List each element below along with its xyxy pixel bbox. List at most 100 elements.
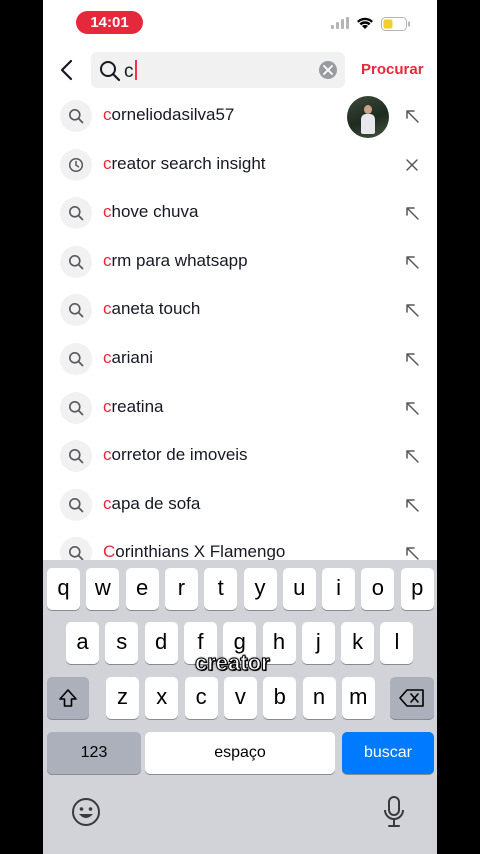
suggestion-match-highlight: c	[103, 250, 112, 270]
key-t[interactable]: t	[204, 568, 238, 610]
key-k[interactable]: k	[341, 622, 375, 664]
fill-arrow-icon	[406, 547, 419, 560]
suggestion-item[interactable]: crm para whatsapp	[43, 238, 437, 287]
back-button[interactable]	[55, 56, 79, 84]
microphone-icon[interactable]	[383, 796, 405, 828]
shift-key[interactable]	[47, 677, 89, 719]
search-icon-glyph	[69, 109, 84, 124]
fill-arrow-icon	[406, 207, 419, 220]
key-c[interactable]: c	[184, 677, 218, 719]
wifi-icon	[357, 17, 373, 29]
suggestion-item[interactable]: cariani	[43, 335, 437, 384]
suggestion-match-highlight: c	[103, 347, 112, 367]
key-r[interactable]: r	[164, 568, 198, 610]
fill-suggestion-button[interactable]	[403, 496, 421, 519]
suggestion-match-highlight: c	[103, 445, 112, 465]
key-z[interactable]: z	[106, 677, 139, 719]
search-icon	[60, 245, 92, 278]
fill-arrow-icon	[406, 499, 419, 512]
search-icon-glyph	[69, 254, 84, 270]
fill-arrow-icon	[406, 304, 419, 318]
key-j[interactable]: j	[301, 622, 335, 664]
fill-suggestion-button[interactable]	[403, 350, 421, 373]
search-icon	[60, 342, 92, 375]
suggestion-item[interactable]: corretor de imoveis	[43, 432, 437, 481]
search-icon-glyph	[69, 206, 84, 221]
close-icon	[323, 65, 333, 75]
history-clock-icon-glyph	[68, 157, 84, 172]
fill-suggestion-button[interactable]	[403, 107, 421, 130]
suggestion-rest-text: orinthians X Flamengo	[115, 542, 286, 560]
suggestion-rest-text: apa de sofa	[111, 493, 201, 513]
key-l[interactable]: l	[380, 622, 414, 664]
fill-suggestion-button[interactable]	[403, 301, 421, 324]
key-a[interactable]: a	[66, 622, 99, 664]
search-icon	[100, 61, 121, 82]
key-e[interactable]: e	[125, 568, 159, 610]
app-screen: 14:01 c Procurar corneliodasilva57 creat…	[43, 0, 437, 854]
chevron-left-icon	[60, 59, 73, 81]
numbers-key[interactable]: 123	[47, 732, 141, 774]
fill-suggestion-button[interactable]	[403, 253, 421, 276]
suggestion-label: corretor de imoveis	[103, 445, 248, 465]
suggestion-item[interactable]: caneta touch	[43, 286, 437, 335]
emoji-icon[interactable]	[71, 797, 101, 827]
suggestion-item[interactable]: creator search insight	[43, 141, 437, 190]
video-caption-overlay: creator	[195, 650, 271, 676]
suggestion-label: crm para whatsapp	[103, 251, 248, 271]
backspace-key[interactable]	[390, 677, 434, 719]
key-q[interactable]: q	[47, 568, 80, 610]
remove-suggestion-button[interactable]	[403, 156, 421, 179]
key-u[interactable]: u	[282, 568, 316, 610]
fill-suggestion-button[interactable]	[403, 204, 421, 227]
suggestion-rest-text: rm para whatsapp	[111, 250, 248, 270]
search-icon	[60, 197, 92, 230]
suggestion-rest-text: orretor de imoveis	[111, 445, 248, 465]
suggestion-item[interactable]: chove chuva	[43, 189, 437, 238]
search-icon-glyph	[69, 351, 84, 367]
search-icon-glyph	[69, 546, 84, 560]
suggestion-item[interactable]: corneliodasilva57	[43, 92, 437, 141]
key-v[interactable]: v	[223, 677, 257, 719]
suggestion-label: creatina	[103, 397, 163, 417]
clear-search-button[interactable]	[319, 61, 337, 79]
key-b[interactable]: b	[263, 677, 297, 719]
suggestion-label: caneta touch	[103, 299, 200, 319]
fill-arrow-icon	[406, 256, 419, 269]
key-n[interactable]: n	[302, 677, 336, 719]
suggestion-match-highlight: c	[103, 153, 112, 173]
search-icon	[60, 294, 92, 327]
on-screen-keyboard: 123 espaço buscar qwertyuiopasdfghjklzxc…	[43, 560, 437, 854]
fill-suggestion-button[interactable]	[403, 399, 421, 422]
fill-suggestion-button[interactable]	[403, 447, 421, 470]
key-o[interactable]: o	[361, 568, 395, 610]
key-s[interactable]: s	[105, 622, 139, 664]
search-icon-glyph	[69, 497, 84, 513]
go-key[interactable]: buscar	[342, 732, 434, 774]
suggestion-item[interactable]: Corinthians X Flamengo	[43, 529, 437, 560]
search-icon	[60, 440, 92, 473]
key-w[interactable]: w	[86, 568, 120, 610]
key-x[interactable]: x	[145, 677, 179, 719]
shift-arrow-icon	[59, 689, 77, 707]
suggestion-item[interactable]: creatina	[43, 384, 437, 433]
space-key[interactable]: espaço	[145, 732, 335, 774]
search-icon	[60, 488, 92, 521]
suggestion-match-highlight: C	[103, 542, 116, 560]
key-p[interactable]: p	[400, 568, 434, 610]
key-y[interactable]: y	[243, 568, 277, 610]
suggestion-label: creator search insight	[103, 154, 266, 174]
key-d[interactable]: d	[144, 622, 178, 664]
key-i[interactable]: i	[322, 568, 356, 610]
search-submit-button[interactable]: Procurar	[361, 61, 424, 78]
search-input[interactable]: c	[91, 52, 345, 88]
status-time: 14:01	[76, 11, 143, 34]
suggestion-rest-text: hove chuva	[111, 202, 199, 222]
suggestion-match-highlight: c	[103, 299, 112, 319]
search-query-value: c	[124, 61, 134, 82]
key-m[interactable]: m	[341, 677, 375, 719]
text-cursor	[134, 60, 137, 80]
suggestion-rest-text: ariani	[111, 347, 154, 367]
suggestion-item[interactable]: capa de sofa	[43, 481, 437, 530]
fill-suggestion-button[interactable]	[403, 544, 421, 560]
